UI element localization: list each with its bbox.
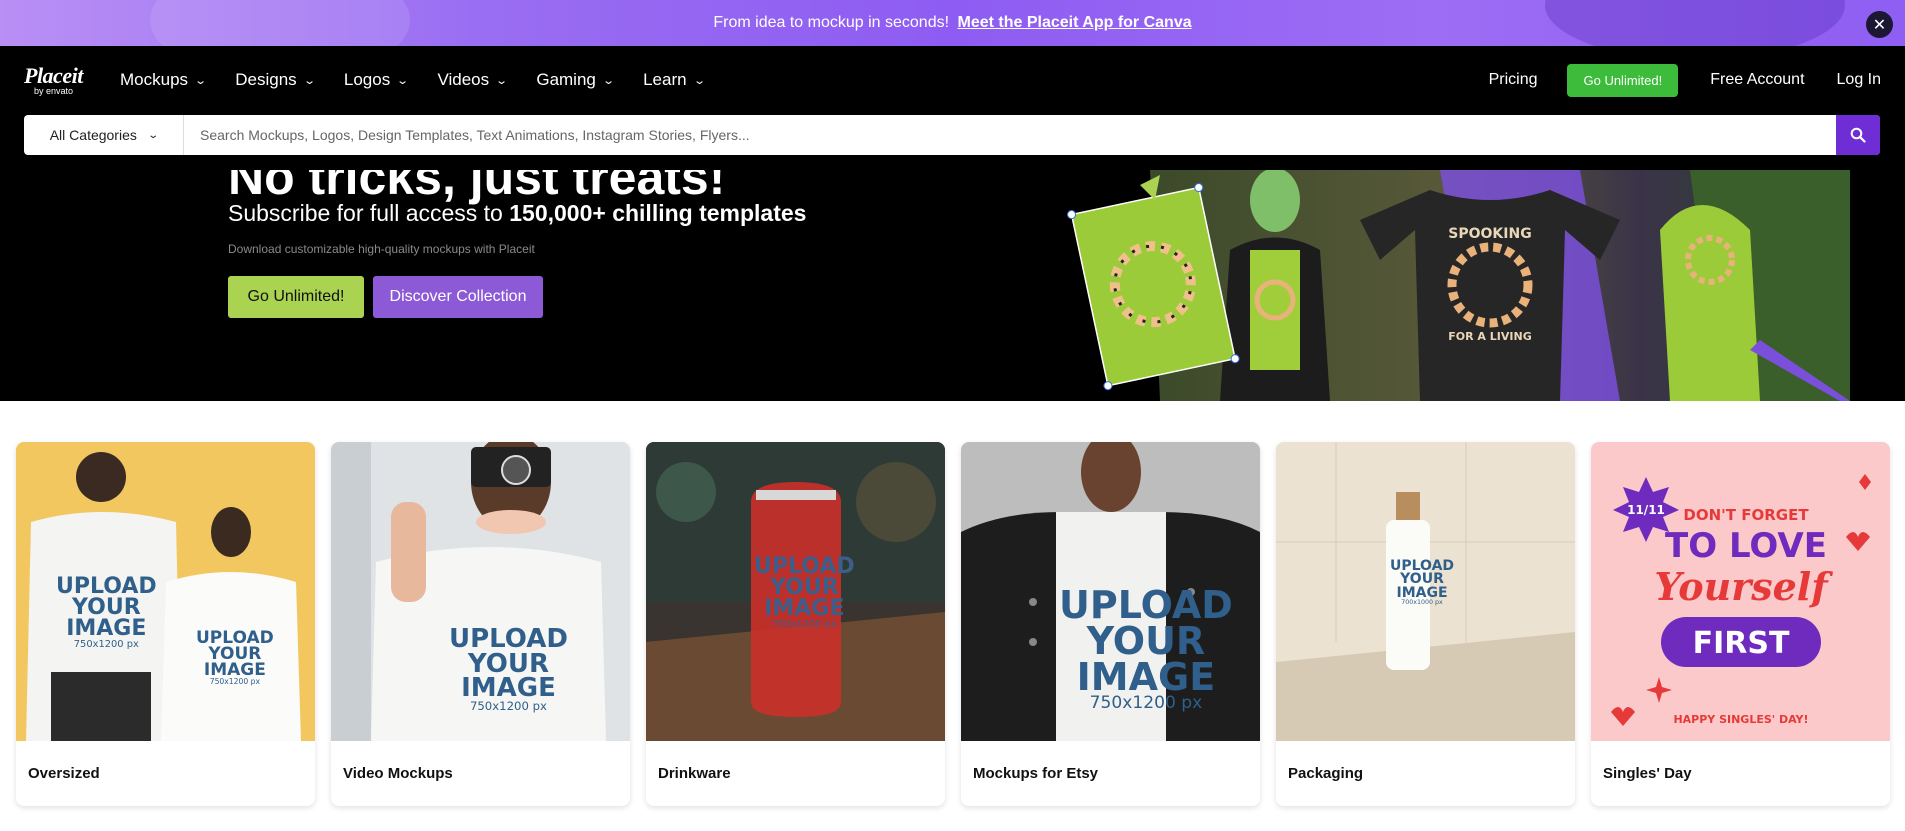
singles-day-illustration: 11/11 DON'T FORGET TO LOVE Yourself FIRS…	[1611, 474, 1871, 726]
upload-line: IMAGE	[203, 660, 266, 681]
go-unlimited-button[interactable]: Go Unlimited!	[1567, 63, 1679, 97]
promo-text: From idea to mockup in seconds!	[713, 14, 950, 31]
logo-wordmark: Placeit	[24, 63, 83, 88]
nav-item-label: Gaming	[536, 70, 596, 89]
category-card-singles-day[interactable]: 11/11 DON'T FORGET TO LOVE Yourself FIRS…	[1591, 442, 1890, 806]
upload-line: IMAGE	[1396, 584, 1448, 601]
upload-line: IMAGE	[66, 615, 147, 641]
upload-placeholder: UPLOAD YOUR IMAGE 750x1200 px	[449, 624, 568, 712]
search-input[interactable]	[184, 115, 1836, 155]
singles-line1: DON'T FORGET	[1683, 506, 1809, 524]
card-image: UPLOAD YOUR IMAGE 750x1200 px UPLOAD YOU…	[16, 442, 315, 741]
promo-decoration	[1545, 0, 1845, 46]
chevron-down-icon: ⌄	[692, 74, 706, 87]
chevron-down-icon: ⌄	[495, 74, 509, 87]
card-label: Packaging	[1288, 765, 1364, 782]
nav-item-label: Mockups	[120, 70, 189, 89]
upload-size: 750x1200 px	[73, 638, 139, 650]
placeit-logo[interactable]: Placeit by envato	[24, 63, 83, 97]
promo-banner: From idea to mockup in seconds! Meet the…	[0, 0, 1905, 46]
upload-placeholder: UPLOAD YOUR IMAGE 750x1200 px	[196, 629, 274, 685]
free-account-link[interactable]: Free Account	[1710, 71, 1804, 89]
login-link[interactable]: Log In	[1837, 71, 1881, 89]
search-button[interactable]	[1836, 115, 1880, 155]
nav-item-label: Logos	[343, 70, 391, 89]
category-select-label: All Categories	[49, 127, 137, 143]
promo-link[interactable]: Meet the Placeit App for Canva	[958, 14, 1192, 31]
hero-description: Download customizable high-quality mocku…	[228, 242, 535, 256]
upload-placeholder: UPLOAD YOUR IMAGE 750x1200 px	[1059, 583, 1233, 712]
singles-badge: 11/11	[1627, 503, 1665, 517]
category-card-oversized[interactable]: UPLOAD YOUR IMAGE 750x1200 px UPLOAD YOU…	[16, 442, 315, 806]
nav-item-label: Designs	[235, 70, 297, 89]
search-icon	[1850, 127, 1866, 143]
category-cards: UPLOAD YOUR IMAGE 750x1200 px UPLOAD YOU…	[16, 442, 1890, 806]
singles-footer: HAPPY SINGLES' DAY!	[1673, 713, 1808, 726]
nav-menu: Mockups ⌄ Designs ⌄ Logos ⌄ Videos ⌄ Gam…	[120, 46, 734, 114]
category-card-video-mockups[interactable]: UPLOAD YOUR IMAGE 750x1200 px Video Mock…	[331, 442, 630, 806]
card-label: Mockups for Etsy	[973, 765, 1099, 782]
hero-art-text-bottom: FOR A LIVING	[1448, 330, 1531, 343]
hero-subtitle-highlight: 150,000+ chilling templates	[509, 200, 807, 226]
hero-go-unlimited-button[interactable]: Go Unlimited!	[228, 276, 364, 318]
card-image: UPLOAD YOUR IMAGE 750x1200 px	[331, 442, 630, 741]
upload-line: UPLOAD	[1059, 583, 1233, 627]
card-image: UPLOAD YOUR IMAGE 750x1200 px	[646, 442, 945, 741]
close-icon[interactable]: ✕	[1866, 11, 1893, 38]
discover-collection-button[interactable]: Discover Collection	[373, 276, 543, 318]
nav-item-designs[interactable]: Designs ⌄	[235, 70, 316, 90]
card-image: 11/11 DON'T FORGET TO LOVE Yourself FIRS…	[1591, 442, 1890, 741]
upload-line: IMAGE	[1076, 655, 1216, 700]
chevron-down-icon: ⌄	[602, 74, 615, 87]
card-label: Singles' Day	[1603, 765, 1692, 782]
singles-line2: TO LOVE	[1665, 526, 1827, 566]
nav-item-mockups[interactable]: Mockups ⌄	[120, 70, 208, 90]
upload-line: IMAGE	[461, 673, 556, 704]
category-card-packaging[interactable]: UPLOAD YOUR IMAGE 700x1000 px Packaging	[1276, 442, 1575, 806]
hero-art-text-top: SPOOKING	[1448, 226, 1531, 242]
chevron-down-icon: ⌄	[147, 129, 159, 141]
category-select[interactable]: All Categories ⌄	[24, 115, 184, 155]
nav-item-learn[interactable]: Learn ⌄	[643, 70, 706, 90]
pricing-link[interactable]: Pricing	[1489, 71, 1538, 89]
main-nav: Placeit by envato Mockups ⌄ Designs ⌄ Lo…	[0, 46, 1905, 114]
hero-mockup-image: SPOOKING FOR A LIVING	[1067, 170, 1850, 401]
upload-line: YOUR	[1086, 619, 1206, 664]
nav-actions: Pricing Go Unlimited! Free Account Log I…	[1489, 46, 1881, 114]
upload-size: 750x1200 px	[771, 618, 837, 630]
upload-placeholder: UPLOAD YOUR IMAGE 750x1200 px	[56, 576, 157, 650]
nav-item-logos[interactable]: Logos ⌄	[343, 70, 410, 90]
category-card-drinkware[interactable]: UPLOAD YOUR IMAGE 750x1200 px Drinkware	[646, 442, 945, 806]
hero-subtitle: Subscribe for full access to 150,000+ ch…	[228, 200, 806, 227]
card-image: UPLOAD YOUR IMAGE 750x1200 px	[961, 442, 1260, 741]
upload-placeholder: UPLOAD YOUR IMAGE 700x1000 px	[1390, 559, 1454, 606]
chevron-down-icon: ⌄	[396, 74, 410, 87]
hero-subtitle-text: Subscribe for full access to	[228, 200, 510, 226]
upload-placeholder: UPLOAD YOUR IMAGE 750x1200 px	[754, 556, 855, 630]
singles-line4: FIRST	[1693, 626, 1790, 661]
card-label: Oversized	[28, 765, 100, 782]
chevron-down-icon: ⌄	[302, 74, 316, 87]
nav-item-label: Learn	[643, 70, 687, 89]
card-image: UPLOAD YOUR IMAGE 700x1000 px	[1276, 442, 1575, 741]
upload-line: UPLOAD	[449, 624, 568, 654]
upload-size: 700x1000 px	[1401, 598, 1443, 606]
singles-line3: Yourself	[1654, 564, 1833, 609]
category-card-mockups-for-etsy[interactable]: UPLOAD YOUR IMAGE 750x1200 px Mockups fo…	[961, 442, 1260, 806]
upload-line: IMAGE	[764, 595, 845, 621]
chevron-down-icon: ⌄	[194, 74, 208, 87]
hero-banner: No tricks, just treats! Subscribe for fu…	[0, 170, 1905, 401]
card-label: Video Mockups	[343, 765, 453, 782]
promo-decoration	[150, 0, 410, 46]
card-label: Drinkware	[658, 765, 731, 782]
promo-text-wrap: From idea to mockup in seconds! Meet the…	[713, 14, 1191, 32]
search-bar: All Categories ⌄	[24, 115, 1880, 155]
nav-item-label: Videos	[437, 70, 490, 89]
nav-item-gaming[interactable]: Gaming ⌄	[536, 70, 615, 90]
search-row: All Categories ⌄	[0, 114, 1905, 170]
nav-item-videos[interactable]: Videos ⌄	[437, 70, 509, 90]
